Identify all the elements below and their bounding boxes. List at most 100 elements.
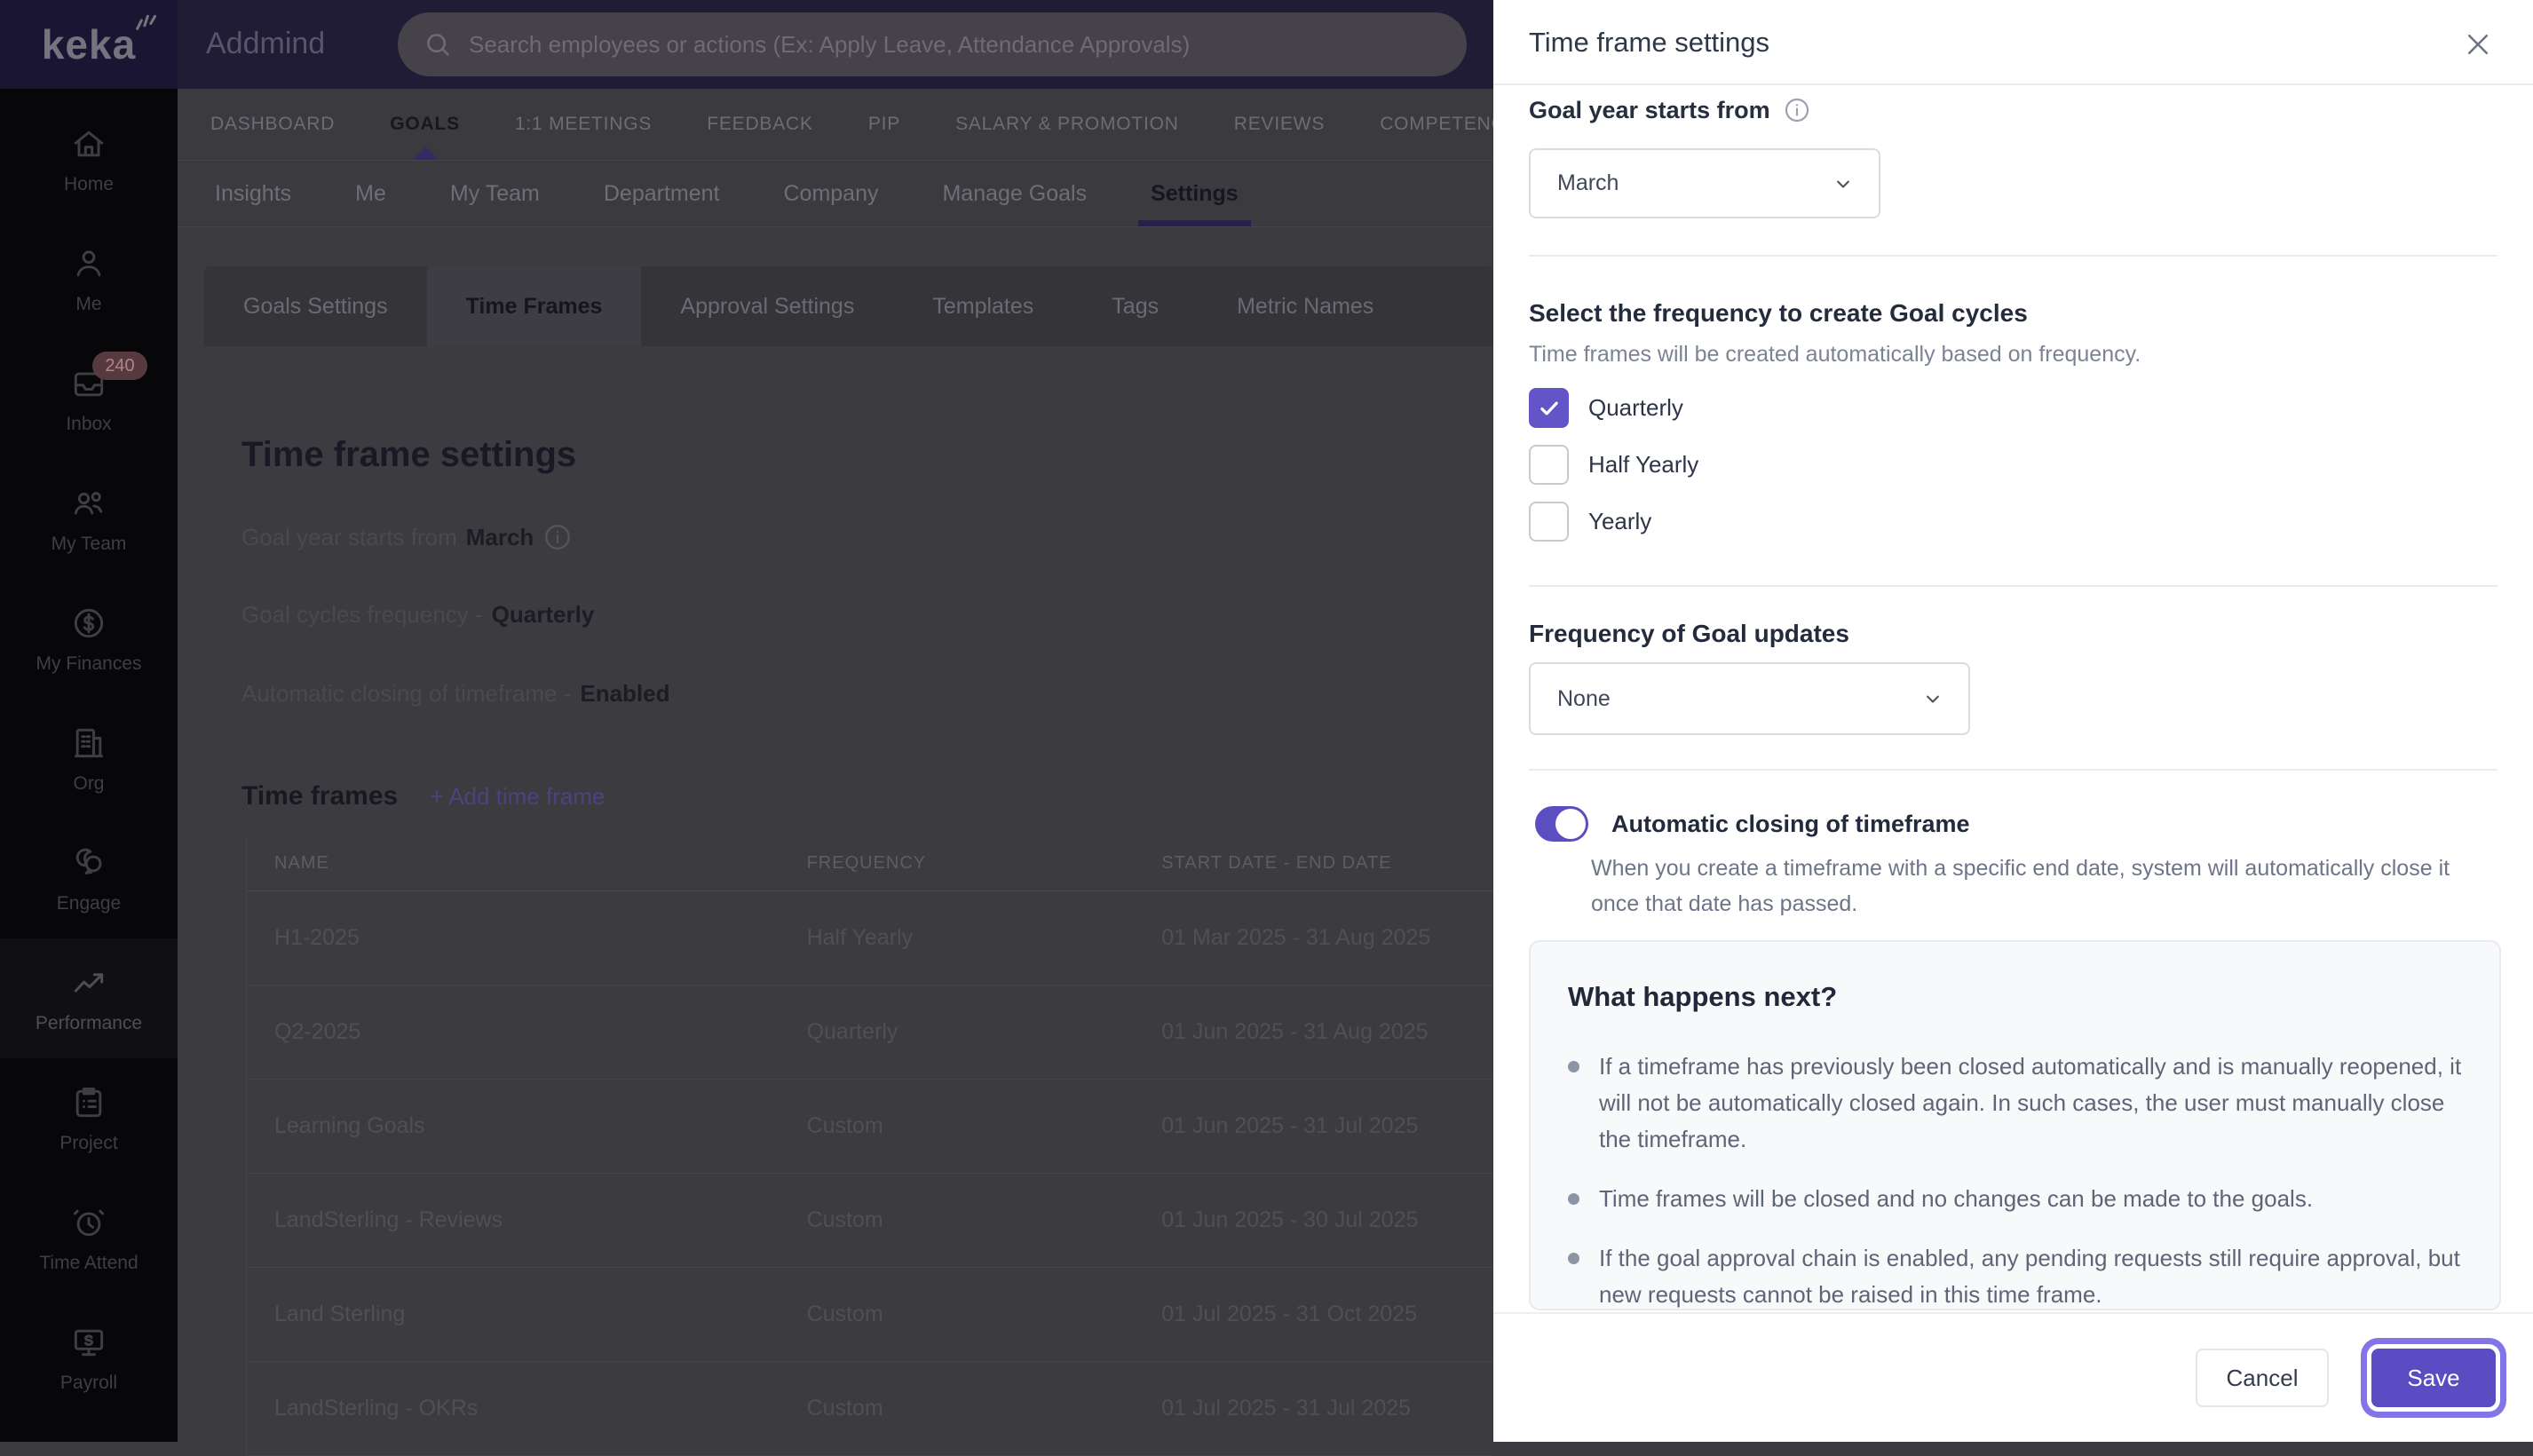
- tab-feedback[interactable]: FEEDBACK: [679, 89, 841, 160]
- tab-approval-settings[interactable]: Approval Settings: [641, 266, 893, 346]
- tab-company[interactable]: Company: [751, 161, 910, 226]
- checkbox-unchecked-icon: [1529, 502, 1569, 542]
- sidebar-item-label: Project: [59, 1132, 118, 1153]
- cell-frequency: Custom: [806, 1207, 883, 1232]
- bullet-dot: [1568, 1253, 1579, 1264]
- table-row[interactable]: Learning Goals Custom 01 Jun 2025 - 31 J…: [247, 1080, 1493, 1174]
- goal-updates-select[interactable]: None: [1529, 662, 1970, 735]
- alarm-clock-icon: [69, 1203, 108, 1242]
- tab-salary-promotion[interactable]: SALARY & PROMOTION: [928, 89, 1207, 160]
- tab-insights[interactable]: Insights: [183, 161, 323, 226]
- tab-tags[interactable]: Tags: [1073, 266, 1198, 346]
- add-time-frame-link[interactable]: + Add time frame: [430, 783, 605, 811]
- team-icon: [69, 484, 108, 523]
- cell-dates: 01 Jul 2025 - 31 Oct 2025: [1161, 1302, 1417, 1326]
- table-row[interactable]: LandSterling - Reviews Custom 01 Jun 202…: [247, 1174, 1493, 1268]
- bullet-dot: [1568, 1061, 1579, 1072]
- checkbox-half-yearly[interactable]: Half Yearly: [1529, 445, 1698, 485]
- cell-name: Q2-2025: [274, 1019, 361, 1044]
- checkbox-yearly[interactable]: Yearly: [1529, 502, 1651, 542]
- auto-close-row: Automatic closing of timeframe: [1535, 806, 1970, 842]
- sidebar-item-label: Me: [75, 293, 102, 314]
- bullet-item: If the goal approval chain is enabled, a…: [1568, 1240, 2462, 1313]
- table-row[interactable]: Q2-2025 Quarterly 01 Jun 2025 - 31 Aug 2…: [247, 985, 1493, 1080]
- dollar-circle-icon: [69, 604, 108, 643]
- tab-manage-goals[interactable]: Manage Goals: [910, 161, 1119, 226]
- home-icon: [69, 124, 108, 163]
- tab-goals[interactable]: GOALS: [362, 89, 487, 160]
- cell-name: LandSterling - OKRs: [274, 1396, 479, 1420]
- table-row[interactable]: Land Sterling Custom 01 Jul 2025 - 31 Oc…: [247, 1268, 1493, 1362]
- bullet-text: Time frames will be closed and no change…: [1599, 1185, 2314, 1212]
- cell-name: Land Sterling: [274, 1302, 406, 1326]
- sidebar-item-performance[interactable]: Performance: [0, 938, 178, 1058]
- tab-pip[interactable]: PIP: [841, 89, 928, 160]
- goal-year-select[interactable]: March: [1529, 148, 1880, 218]
- save-button[interactable]: Save: [2371, 1349, 2496, 1407]
- tab-me[interactable]: Me: [323, 161, 418, 226]
- trend-up-icon: [69, 963, 108, 1002]
- sidebar-item-my-finances[interactable]: My Finances: [0, 579, 178, 699]
- cell-dates: 01 Jun 2025 - 31 Aug 2025: [1161, 1019, 1429, 1044]
- sidebar-item-home[interactable]: Home: [0, 99, 178, 219]
- tab-dashboard[interactable]: DASHBOARD: [183, 89, 362, 160]
- payroll-monitor-icon: [69, 1323, 108, 1362]
- cell-dates: 01 Jun 2025 - 31 Jul 2025: [1161, 1113, 1419, 1138]
- table-row[interactable]: LandSterling - OKRs Custom 01 Jul 2025 -…: [247, 1362, 1493, 1456]
- sidebar-item-me[interactable]: Me: [0, 219, 178, 339]
- sidebar-item-project[interactable]: Project: [0, 1058, 178, 1178]
- info-icon[interactable]: [542, 522, 573, 552]
- auto-close-toggle[interactable]: [1535, 806, 1588, 842]
- cancel-button[interactable]: Cancel: [2196, 1349, 2329, 1407]
- company-name: Addmind: [206, 27, 326, 60]
- checkbox-quarterly[interactable]: Quarterly: [1529, 388, 1683, 428]
- timeframes-title: Time frames: [241, 781, 399, 811]
- divider: [1529, 255, 2497, 257]
- tab-1-1-meetings[interactable]: 1:1 MEETINGS: [487, 89, 679, 160]
- tab-templates[interactable]: Templates: [893, 266, 1073, 346]
- summary-label: Goal year starts from: [241, 523, 457, 550]
- table-row[interactable]: H1-2025 Half Yearly 01 Mar 2025 - 31 Aug…: [247, 891, 1493, 985]
- close-icon[interactable]: [2460, 27, 2496, 62]
- keka-spark-icon: [132, 8, 159, 33]
- sidebar-item-payroll[interactable]: Payroll: [0, 1298, 178, 1418]
- summary-goal-year: Goal year starts from March: [241, 522, 573, 552]
- tab-settings[interactable]: Settings: [1119, 161, 1270, 226]
- timeframe-settings-panel: Time frame settings Goal year starts fro…: [1493, 0, 2533, 1442]
- checkbox-label: Yearly: [1588, 508, 1652, 534]
- frequency-section-title: Select the frequency to create Goal cycl…: [1529, 299, 2028, 327]
- column-header-name: NAME: [274, 853, 329, 873]
- divider: [1529, 769, 2497, 771]
- tab-metric-names[interactable]: Metric Names: [1198, 266, 1413, 346]
- tab-reviews[interactable]: REVIEWS: [1207, 89, 1352, 160]
- sidebar-item-engage[interactable]: Engage: [0, 819, 178, 938]
- sidebar-item-label: Performance: [35, 1012, 143, 1033]
- global-search[interactable]: [398, 12, 1467, 76]
- inbox-count-badge: 240: [92, 352, 147, 380]
- logo-area: keka: [0, 0, 178, 89]
- sidebar-item-inbox[interactable]: 240 Inbox: [0, 339, 178, 459]
- goal-updates-selected-value: None: [1557, 685, 1611, 711]
- sidebar-item-label: My Finances: [36, 653, 142, 674]
- sidebar-item-label: Payroll: [59, 1372, 118, 1393]
- tab-goals-settings[interactable]: Goals Settings: [204, 266, 427, 346]
- tab-time-frames[interactable]: Time Frames: [426, 266, 642, 346]
- tab-department[interactable]: Department: [572, 161, 752, 226]
- sidebar-item-org[interactable]: Org: [0, 699, 178, 819]
- cell-frequency: Custom: [806, 1396, 883, 1420]
- page-title: Time frame settings: [241, 435, 577, 474]
- info-icon[interactable]: [1783, 96, 1811, 124]
- sidebar-item-my-team[interactable]: My Team: [0, 459, 178, 579]
- tab-label: GOALS: [390, 114, 460, 134]
- timeframes-table: NAME FREQUENCY START DATE - END DATE H1-…: [246, 836, 1493, 1456]
- what-happens-next-title: What happens next?: [1568, 981, 1838, 1012]
- panel-footer: Cancel Save: [1493, 1312, 2533, 1442]
- building-icon: [69, 724, 108, 763]
- sidebar-item-time-attend[interactable]: Time Attend: [0, 1178, 178, 1298]
- cell-frequency: Quarterly: [806, 1019, 898, 1044]
- bullet-dot: [1568, 1193, 1579, 1205]
- cell-frequency: Custom: [806, 1302, 883, 1326]
- cell-frequency: Custom: [806, 1113, 883, 1138]
- tab-my-team[interactable]: My Team: [418, 161, 572, 226]
- search-input[interactable]: [469, 30, 1442, 59]
